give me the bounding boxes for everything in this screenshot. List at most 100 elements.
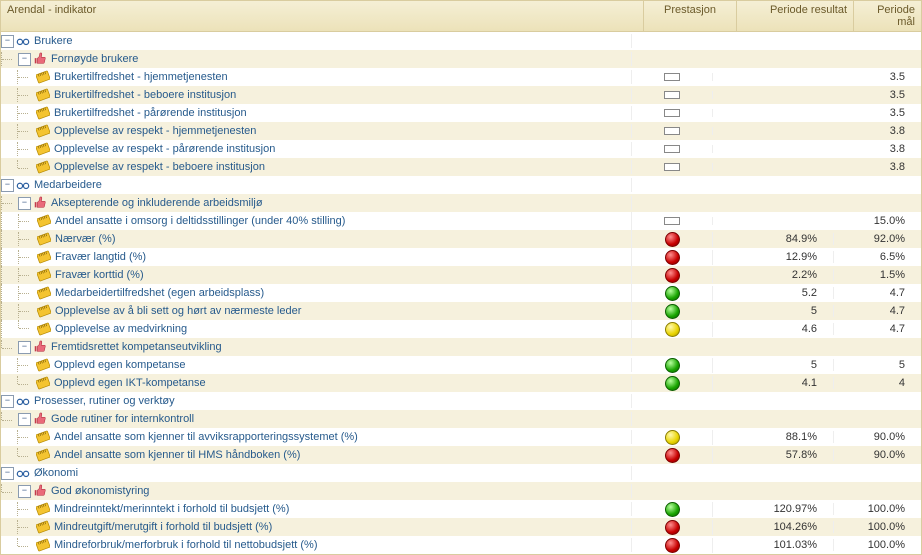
row-label: Brukertilfredshet - hjemmetjenesten	[54, 71, 228, 83]
periode-mal: 90.0%	[834, 431, 921, 443]
status-none-icon	[664, 217, 680, 225]
periode-mal: 1.5%	[834, 269, 921, 281]
expand-toggle[interactable]: −	[1, 179, 14, 192]
header-indicator[interactable]: Arendal - indikator	[1, 1, 644, 31]
periode-mal: 3.8	[834, 125, 921, 137]
expand-toggle[interactable]: −	[1, 467, 14, 480]
periode-resultat: 120.97%	[713, 503, 834, 515]
indicator-row[interactable]: Opplevelse av medvirkning4.64.7	[1, 320, 921, 338]
glasses-icon	[16, 34, 34, 48]
indicator-row[interactable]: Opplevd egen IKT-kompetanse4.14	[1, 374, 921, 392]
ruler-icon	[37, 268, 55, 282]
periode-resultat: 4.6	[713, 323, 834, 335]
row-label: Mindreforbruk/merforbruk i forhold til n…	[54, 539, 318, 551]
periode-mal: 3.5	[834, 107, 921, 119]
expand-toggle[interactable]: −	[18, 413, 31, 426]
status-yellow-icon	[665, 430, 680, 445]
status-none-icon	[664, 91, 680, 99]
ruler-icon	[37, 232, 55, 246]
row-label: God økonomistyring	[51, 485, 149, 497]
indicator-row[interactable]: Mindreforbruk/merforbruk i forhold til n…	[1, 536, 921, 554]
status-none-icon	[664, 163, 680, 171]
indicator-row[interactable]: Medarbeidertilfredshet (egen arbeidsplas…	[1, 284, 921, 302]
periode-resultat: 88.1%	[713, 431, 834, 443]
expand-toggle[interactable]: −	[1, 35, 14, 48]
indicator-row[interactable]: Nærvær (%)84.9%92.0%	[1, 230, 921, 248]
periode-resultat: 5	[713, 359, 834, 371]
periode-mal: 90.0%	[834, 449, 921, 461]
expand-toggle[interactable]: −	[18, 485, 31, 498]
status-red-icon	[665, 232, 680, 247]
ruler-icon	[37, 322, 55, 336]
expand-toggle[interactable]: −	[1, 395, 14, 408]
section-row[interactable]: −Økonomi	[1, 464, 921, 482]
group-row[interactable]: − God økonomistyring	[1, 482, 921, 500]
row-label: Andel ansatte i omsorg i deltidsstilling…	[55, 215, 345, 227]
ruler-icon	[36, 106, 54, 120]
expand-toggle[interactable]: −	[18, 53, 31, 66]
row-label: Andel ansatte som kjenner til avviksrapp…	[54, 431, 358, 443]
status-red-icon	[665, 520, 680, 535]
ruler-icon	[37, 286, 55, 300]
indicator-row[interactable]: Opplevd egen kompetanse55	[1, 356, 921, 374]
periode-resultat: 57.8%	[713, 449, 834, 461]
status-none-icon	[664, 73, 680, 81]
periode-mal: 3.5	[834, 89, 921, 101]
indicator-row[interactable]: Mindreinntekt/merinntekt i forhold til b…	[1, 500, 921, 518]
ruler-icon	[36, 124, 54, 138]
periode-resultat: 4.1	[713, 377, 834, 389]
row-label: Opplevelse av medvirkning	[55, 323, 187, 335]
group-row[interactable]: −Aksepterende og inkluderende arbeidsmil…	[1, 194, 921, 212]
row-label: Medarbeidertilfredshet (egen arbeidsplas…	[55, 287, 264, 299]
periode-mal: 4	[834, 377, 921, 389]
indicator-row[interactable]: Opplevelse av å bli sett og hørt av nærm…	[1, 302, 921, 320]
indicator-row[interactable]: Fravær korttid (%)2.2%1.5%	[1, 266, 921, 284]
header-periode-mal[interactable]: Periode mål	[854, 1, 921, 31]
row-label: Brukertilfredshet - pårørende institusjo…	[54, 107, 247, 119]
indicator-row[interactable]: Andel ansatte som kjenner til HMS håndbo…	[1, 446, 921, 464]
indicator-row[interactable]: Andel ansatte som kjenner til avviksrapp…	[1, 428, 921, 446]
ruler-icon	[36, 376, 54, 390]
section-row[interactable]: − Prosesser, rutiner og verktøy	[1, 392, 921, 410]
indicator-row[interactable]: Opplevelse av respekt - beboere institus…	[1, 158, 921, 176]
indicator-row[interactable]: Brukertilfredshet - pårørende institusjo…	[1, 104, 921, 122]
thumb-up-icon	[33, 340, 51, 354]
row-label: Fornøyde brukere	[51, 53, 138, 65]
indicator-row[interactable]: Andel ansatte i omsorg i deltidsstilling…	[1, 212, 921, 230]
periode-mal: 3.8	[834, 161, 921, 173]
glasses-icon	[16, 178, 34, 192]
row-label: Andel ansatte som kjenner til HMS håndbo…	[54, 449, 300, 461]
indicator-row[interactable]: Brukertilfredshet - beboere institusjon3…	[1, 86, 921, 104]
section-row[interactable]: −Brukere	[1, 32, 921, 50]
header-prestasjon[interactable]: Prestasjon	[644, 1, 737, 31]
row-label: Nærvær (%)	[55, 233, 116, 245]
glasses-icon	[16, 394, 34, 408]
status-green-icon	[665, 304, 680, 319]
periode-mal: 4.7	[834, 305, 921, 317]
row-label: Opplevelse av å bli sett og hørt av nærm…	[55, 305, 301, 317]
status-red-icon	[665, 538, 680, 553]
indicator-row[interactable]: Opplevelse av respekt - hjemmetjenesten3…	[1, 122, 921, 140]
header-periode-resultat[interactable]: Periode resultat	[737, 1, 854, 31]
group-row[interactable]: − Fornøyde brukere	[1, 50, 921, 68]
periode-mal: 100.0%	[834, 539, 921, 551]
periode-mal: 100.0%	[834, 503, 921, 515]
indicator-row[interactable]: Brukertilfredshet - hjemmetjenesten3.5	[1, 68, 921, 86]
expand-toggle[interactable]: −	[18, 341, 31, 354]
indicator-row[interactable]: Mindreutgift/merutgift i forhold til bud…	[1, 518, 921, 536]
indicator-table: Arendal - indikator Prestasjon Periode r…	[0, 0, 922, 555]
expand-toggle[interactable]: −	[18, 197, 31, 210]
row-label: Gode rutiner for internkontroll	[51, 413, 194, 425]
section-row[interactable]: −Medarbeidere	[1, 176, 921, 194]
indicator-row[interactable]: Opplevelse av respekt - pårørende instit…	[1, 140, 921, 158]
group-row[interactable]: −Fremtidsrettet kompetanseutvikling	[1, 338, 921, 356]
indicator-row[interactable]: Fravær langtid (%)12.9%6.5%	[1, 248, 921, 266]
row-label: Prosesser, rutiner og verktøy	[34, 395, 175, 407]
status-green-icon	[665, 286, 680, 301]
thumb-up-icon	[33, 412, 51, 426]
status-none-icon	[664, 127, 680, 135]
status-red-icon	[665, 250, 680, 265]
status-red-icon	[665, 268, 680, 283]
ruler-icon	[36, 502, 54, 516]
group-row[interactable]: − Gode rutiner for internkontroll	[1, 410, 921, 428]
